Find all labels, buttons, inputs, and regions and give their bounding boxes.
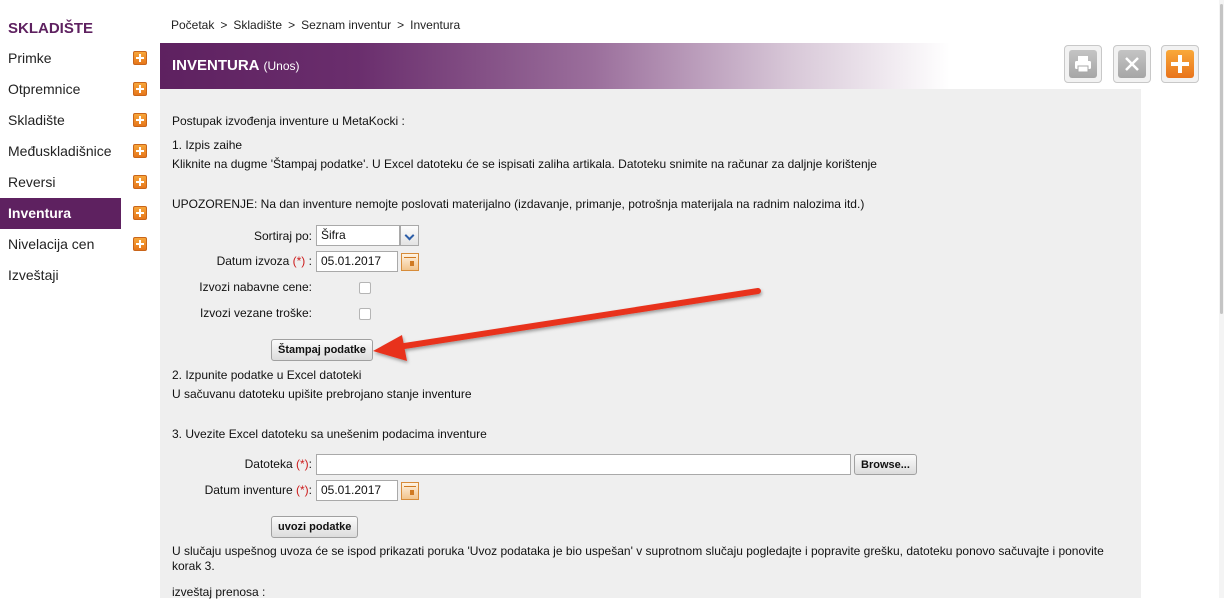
scrollbar-thumb[interactable] <box>1220 4 1223 314</box>
annotation-arrow <box>373 288 761 361</box>
